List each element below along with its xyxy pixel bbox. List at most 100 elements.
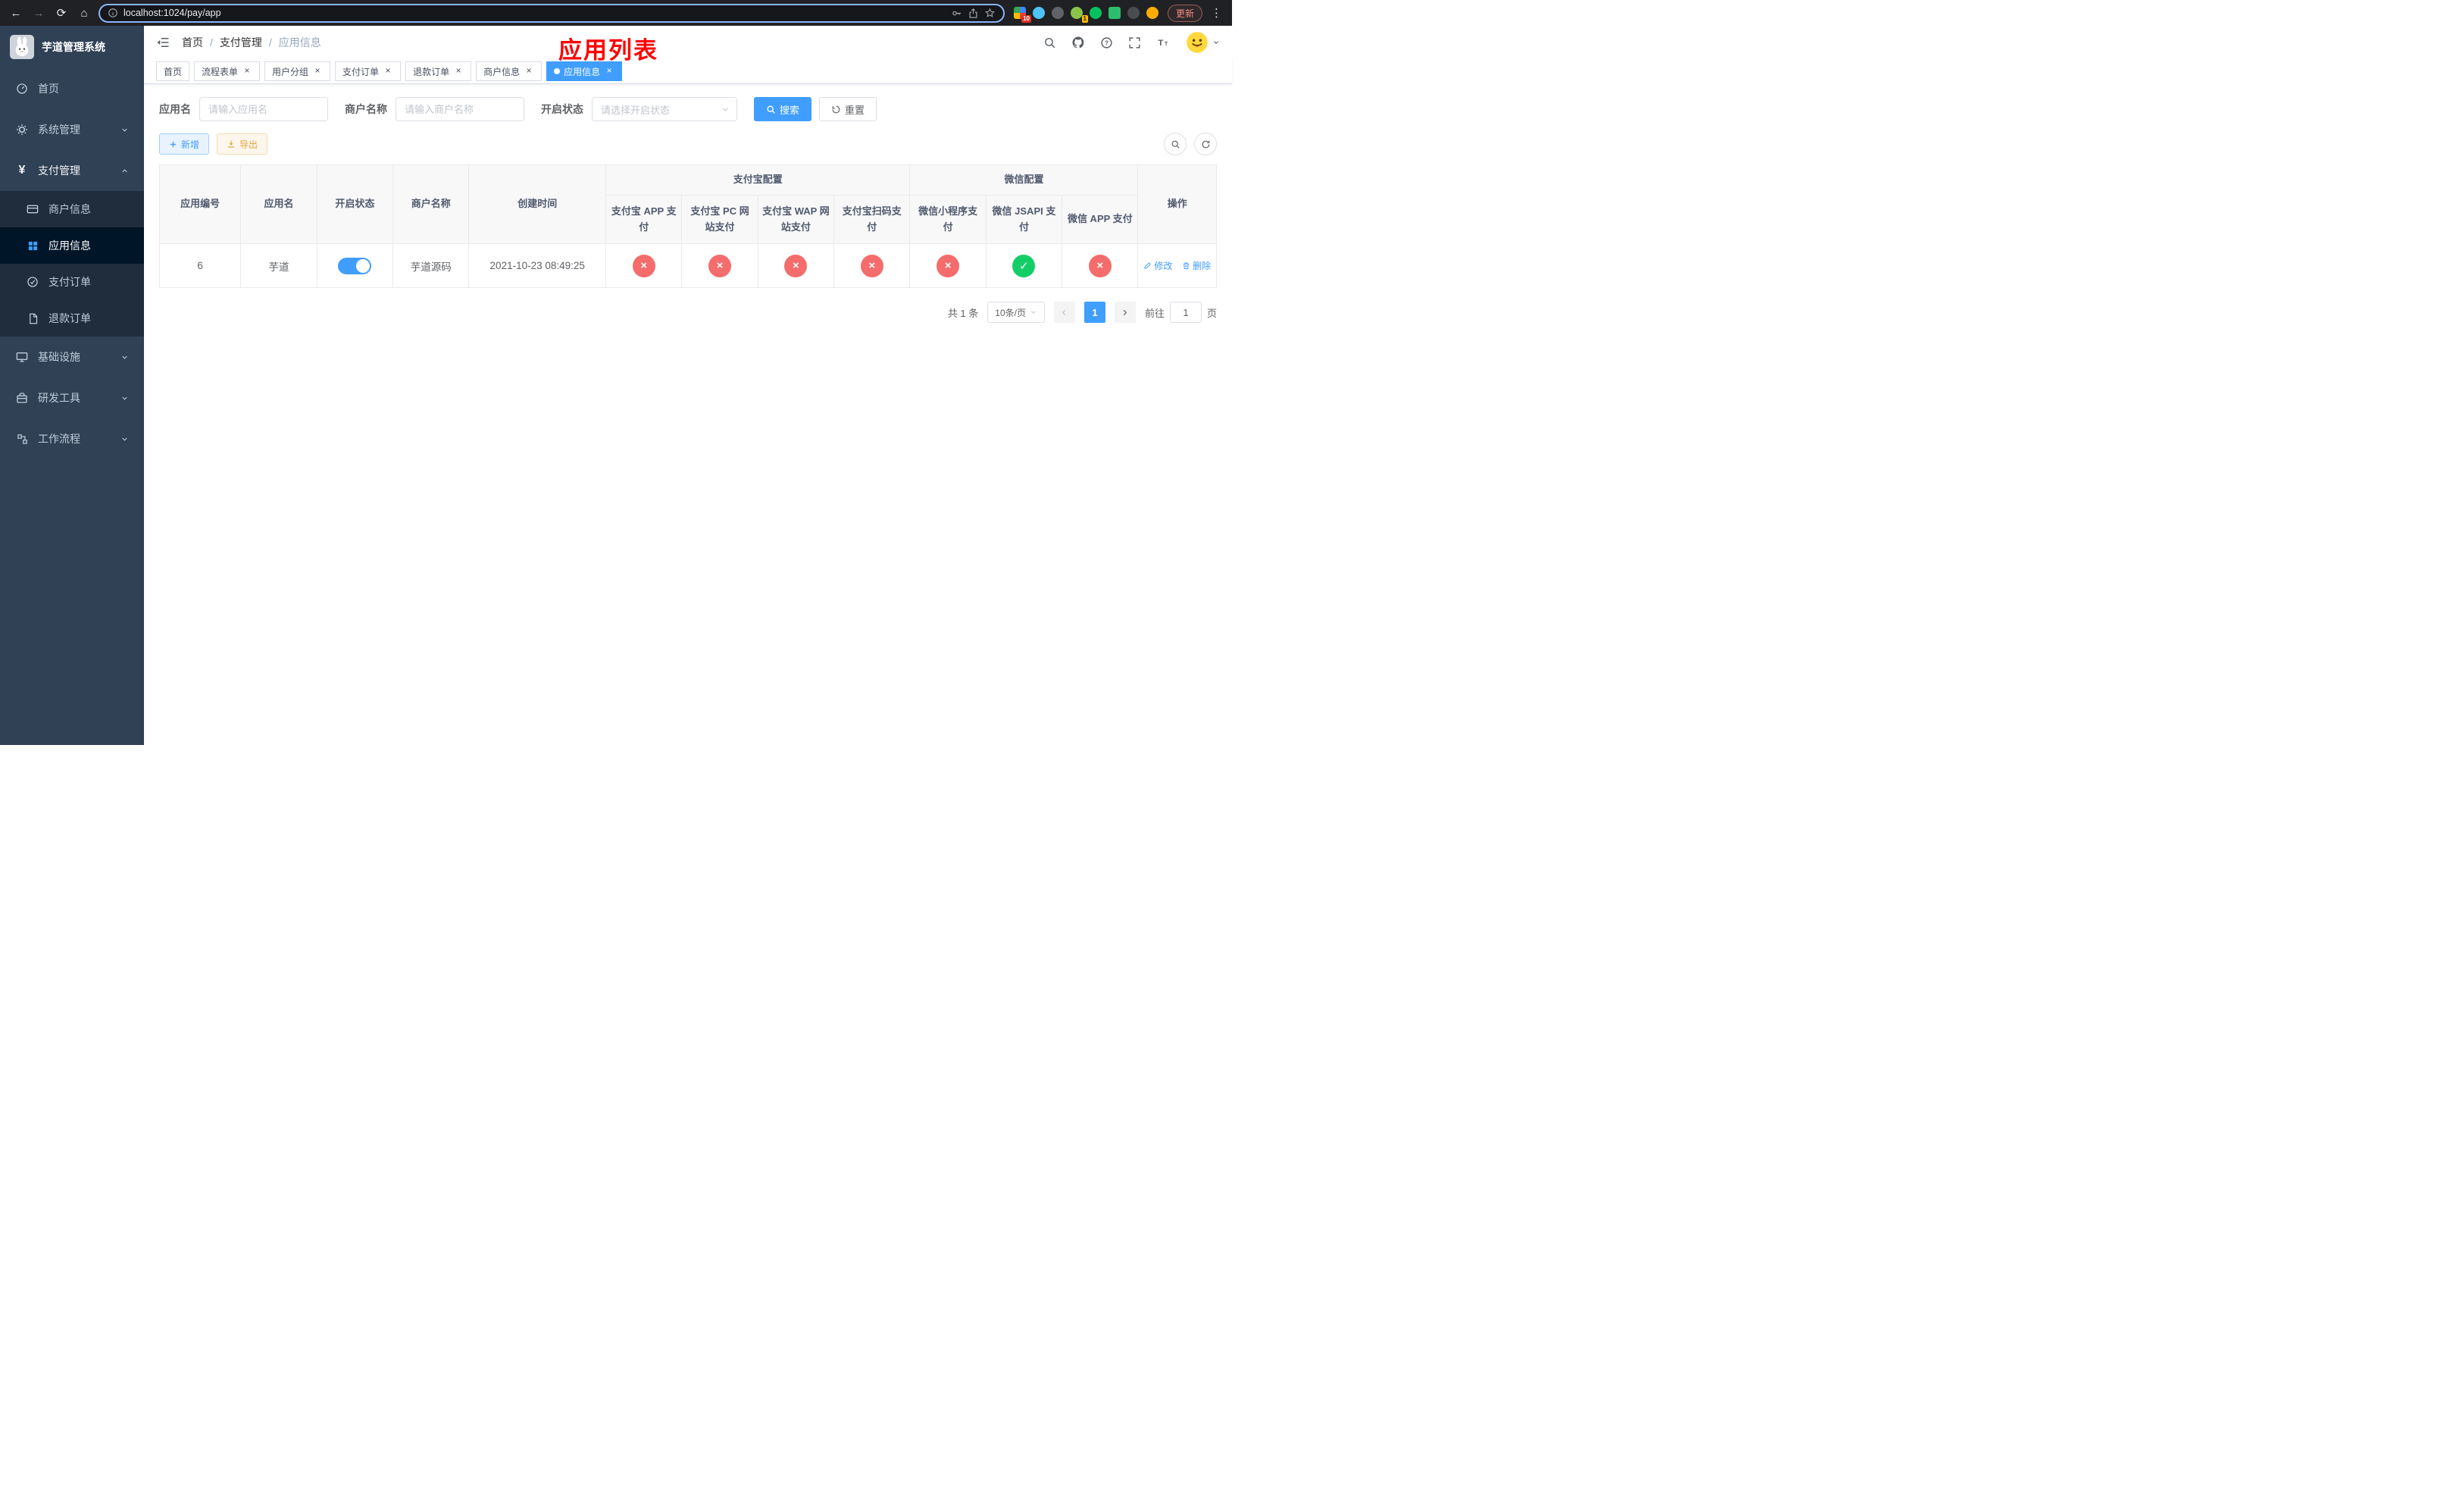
extension-icon[interactable]: 10: [1013, 7, 1031, 23]
info-icon[interactable]: [108, 8, 118, 18]
table-row: 6 芋道 芋道源码 2021-10-23 08:49:25 × × × × × …: [158, 243, 1217, 288]
pagination: 共 1 条 10条/页 1 前往 页: [159, 302, 1217, 323]
cell-merchant-name: 芋道源码: [392, 243, 470, 288]
sidebar-item-label: 系统管理: [38, 124, 80, 136]
export-button[interactable]: 导出: [217, 133, 268, 155]
star-icon[interactable]: [984, 8, 996, 19]
sidebar-item-home[interactable]: 首页: [0, 68, 144, 109]
active-dot: [554, 68, 561, 74]
close-icon[interactable]: ×: [524, 66, 534, 77]
column-header: 微信 APP 支付: [1062, 195, 1139, 244]
extension-icon[interactable]: [1108, 7, 1121, 19]
url-text[interactable]: localhost:1024/pay/app: [124, 8, 946, 18]
sidebar-item-label: 商户信息: [48, 203, 91, 215]
sidebar-item-infra[interactable]: 基础设施: [0, 337, 144, 377]
sidebar-item-label: 基础设施: [38, 351, 80, 363]
extension-icon[interactable]: [1146, 7, 1159, 19]
home-icon[interactable]: ⌂: [76, 5, 92, 21]
breadcrumb-home[interactable]: 首页: [182, 35, 203, 50]
status-toggle[interactable]: [338, 257, 372, 274]
toolbox-icon: [15, 391, 29, 405]
forward-icon[interactable]: →: [30, 5, 47, 21]
svg-text:T: T: [1165, 41, 1168, 47]
toggle-search-button[interactable]: [1164, 133, 1187, 155]
column-header: 开启状态: [316, 164, 394, 244]
tab-flow-form[interactable]: 流程表单 ×: [194, 61, 261, 81]
credit-card-icon: [26, 202, 39, 216]
merchant-name-input[interactable]: [396, 97, 524, 121]
tab-merchant-info[interactable]: 商户信息 ×: [476, 61, 543, 81]
user-menu[interactable]: [1186, 31, 1220, 54]
github-icon[interactable]: [1071, 36, 1085, 49]
next-page-button[interactable]: [1114, 302, 1136, 323]
chevron-down-icon: [120, 435, 129, 443]
browser-update-button[interactable]: 更新: [1167, 4, 1202, 22]
app-name-label: 应用名: [159, 103, 191, 115]
sidebar-item-system[interactable]: 系统管理: [0, 109, 144, 150]
order-icon: [26, 275, 39, 289]
group-header-wechat: 微信配置: [909, 164, 1139, 196]
delete-link[interactable]: 删除: [1182, 259, 1211, 272]
alipay-pc-status-icon: ×: [708, 254, 732, 277]
close-icon[interactable]: ×: [383, 66, 393, 77]
close-icon[interactable]: ×: [312, 66, 323, 77]
tab-user-group[interactable]: 用户分组 ×: [264, 61, 331, 81]
breadcrumb-payment[interactable]: 支付管理: [220, 35, 262, 50]
sidebar-item-merchant-info[interactable]: 商户信息: [0, 191, 144, 227]
prev-page-button[interactable]: [1053, 302, 1075, 323]
close-icon[interactable]: ×: [453, 66, 464, 77]
refresh-icon[interactable]: ⟳: [53, 5, 70, 21]
back-icon[interactable]: ←: [8, 5, 24, 21]
yen-icon: ¥: [18, 164, 26, 177]
share-icon[interactable]: [968, 8, 979, 19]
extension-icon[interactable]: [1127, 7, 1140, 19]
help-icon[interactable]: ?: [1100, 36, 1113, 49]
page-size-select[interactable]: 10条/页: [987, 302, 1045, 323]
sidebar-item-dev-tools[interactable]: 研发工具: [0, 377, 144, 418]
search-button[interactable]: 搜索: [754, 97, 812, 121]
chevron-down-icon: [120, 353, 129, 362]
page-title: 应用列表: [558, 37, 658, 64]
extension-icon[interactable]: 1: [1070, 7, 1088, 23]
sidebar: 芋道管理系统 首页 系统管理 ¥ 支付管理 商户信息 应用信息 支付订单 退款订…: [0, 26, 144, 745]
add-button[interactable]: 新增: [159, 133, 210, 155]
status-select[interactable]: 请选择开启状态: [592, 97, 737, 121]
column-header: 操作: [1137, 164, 1217, 244]
column-header: 支付宝 WAP 网站支付: [757, 195, 835, 244]
font-size-icon[interactable]: TT: [1156, 36, 1171, 49]
sidebar-item-workflow[interactable]: 工作流程: [0, 418, 144, 459]
total-count: 共 1 条: [947, 307, 979, 319]
close-icon[interactable]: ×: [242, 66, 252, 77]
search-icon[interactable]: [1043, 36, 1056, 49]
extension-icon[interactable]: [1089, 7, 1102, 19]
sidebar-item-payment[interactable]: ¥ 支付管理: [0, 150, 144, 191]
page-number-button[interactable]: 1: [1083, 302, 1105, 323]
extension-icon[interactable]: [1051, 7, 1064, 19]
extension-icon[interactable]: [1032, 7, 1045, 19]
sidebar-item-refund-orders[interactable]: 退款订单: [0, 300, 144, 337]
sidebar-item-label: 工作流程: [38, 433, 80, 445]
breadcrumb-separator: /: [268, 36, 272, 49]
sidebar-item-pay-orders[interactable]: 支付订单: [0, 264, 144, 300]
reset-button[interactable]: 重置: [819, 97, 877, 121]
close-icon[interactable]: ×: [604, 66, 614, 77]
chevron-down-icon: [120, 394, 129, 402]
tab-pay-orders[interactable]: 支付订单 ×: [335, 61, 402, 81]
app-logo[interactable]: 芋道管理系统: [0, 26, 144, 68]
sidebar-item-app-info[interactable]: 应用信息: [0, 227, 144, 264]
sidebar-item-label: 支付订单: [48, 276, 91, 288]
app-name-input[interactable]: [199, 97, 328, 121]
tab-refund-orders[interactable]: 退款订单 ×: [405, 61, 472, 81]
refresh-table-button[interactable]: [1194, 133, 1217, 155]
fullscreen-icon[interactable]: [1128, 36, 1141, 49]
edit-link[interactable]: 修改: [1143, 259, 1172, 272]
goto-page-input[interactable]: [1169, 302, 1202, 323]
address-bar[interactable]: localhost:1024/pay/app: [98, 3, 1005, 23]
sidebar-fold-icon[interactable]: [156, 36, 170, 49]
key-icon[interactable]: [951, 8, 962, 19]
chevron-down-icon: [721, 105, 730, 114]
tab-home[interactable]: 首页: [156, 61, 190, 81]
browser-menu-icon[interactable]: ⋮: [1209, 6, 1224, 20]
search-form: 应用名 商户名称 开启状态 请选择开启状态 搜索: [159, 97, 1217, 121]
sidebar-item-label: 退款订单: [48, 312, 91, 324]
